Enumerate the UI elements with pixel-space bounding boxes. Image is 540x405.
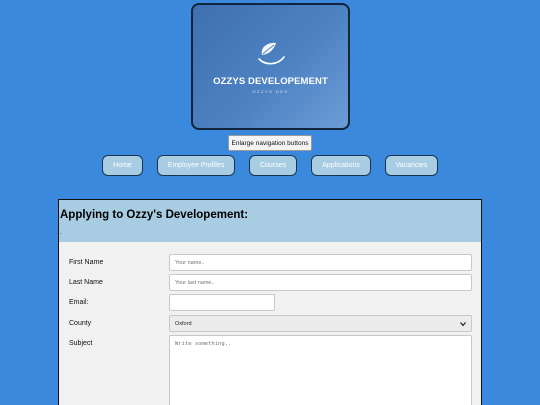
email-label: Email:	[69, 299, 89, 306]
subject-label: Subject	[69, 340, 93, 347]
leaf-icon	[258, 42, 285, 65]
enlarge-navigation-button[interactable]: Enlarge navigation buttons	[228, 135, 312, 151]
last-name-label: Last Name	[69, 279, 103, 286]
email-input[interactable]	[169, 294, 275, 311]
nav-courses-button[interactable]: Courses	[249, 155, 297, 176]
county-selected-value: Oxford	[175, 320, 192, 327]
logo-title: OZZYS DEVELOPEMENT	[213, 76, 328, 87]
county-select[interactable]: Oxford	[169, 315, 472, 332]
last-name-input[interactable]	[169, 274, 472, 291]
form-header: Applying to Ozzy's Developement: .	[59, 200, 481, 242]
first-name-input[interactable]	[169, 254, 472, 271]
nav-applications-button[interactable]: Applications	[311, 155, 371, 176]
nav-employee-profiles-button[interactable]: Employee Profiles	[157, 155, 235, 176]
form-header-marker: .	[60, 230, 62, 236]
application-form: Applying to Ozzy's Developement: . First…	[58, 199, 482, 405]
nav-home-button[interactable]: Home	[102, 155, 143, 176]
nav-vacancies-button[interactable]: Vacancies	[385, 155, 438, 176]
county-label: County	[69, 320, 92, 327]
first-name-label: First Name	[69, 259, 104, 266]
company-logo: OZZYS DEVELOPEMENT OZZYS DEV	[191, 3, 350, 130]
chevron-down-icon	[460, 322, 466, 327]
form-title: Applying to Ozzy's Developement:	[60, 209, 249, 221]
subject-textarea[interactable]	[169, 335, 472, 405]
logo-subtitle: OZZYS DEV	[252, 89, 289, 94]
